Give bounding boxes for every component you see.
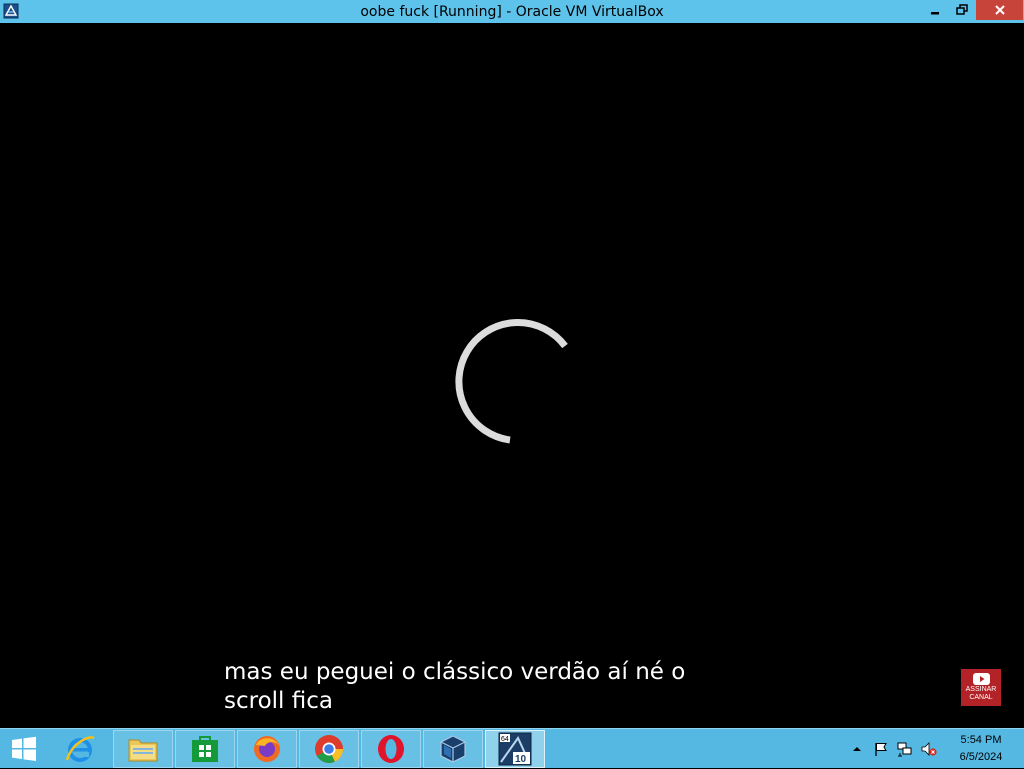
clock-date: 6/5/2024 [959, 751, 1003, 763]
start-button[interactable] [0, 729, 48, 769]
vm-display[interactable]: mas eu peguei o clássico verdão aí né o … [0, 23, 1024, 728]
subscribe-badge[interactable]: ASSINAR CANAL [961, 669, 1001, 706]
firefox-icon [254, 736, 280, 762]
volume-muted-icon[interactable] [921, 741, 937, 757]
store-icon [192, 736, 218, 762]
youtube-play-icon [973, 673, 990, 685]
close-button[interactable] [976, 0, 1023, 20]
window-titlebar[interactable]: oobe fuck [Running] - Oracle VM VirtualB… [0, 0, 1024, 23]
taskbar-vm-window[interactable]: 64 10 [485, 730, 545, 768]
clock-time: 5:54 PM [960, 734, 1002, 746]
taskbar-chrome[interactable] [299, 730, 359, 768]
minimize-icon [931, 12, 939, 15]
show-hidden-icons[interactable] [851, 743, 863, 755]
restore-icon [956, 4, 968, 15]
internet-explorer-icon [65, 736, 95, 762]
taskbar-store[interactable] [175, 730, 235, 768]
svg-text:64: 64 [501, 736, 509, 743]
windows-logo-icon [12, 736, 36, 761]
taskbar: 64 10 5:54 PM 6/5/2024 [0, 728, 1024, 768]
chrome-icon [315, 735, 343, 763]
caption-line: scroll fica [224, 688, 333, 714]
vm-window-icon: 64 10 [498, 732, 532, 766]
window-title: oobe fuck [Running] - Oracle VM VirtualB… [360, 4, 664, 20]
video-caption: mas eu peguei o clássico verdão aí né o … [224, 658, 724, 716]
virtualbox-icon [440, 735, 466, 763]
taskbar-clock[interactable]: 5:54 PM 6/5/2024 [950, 732, 1012, 766]
svg-text:10: 10 [515, 754, 527, 765]
taskbar-firefox[interactable] [237, 730, 297, 768]
action-center-flag-icon[interactable] [873, 741, 889, 757]
opera-icon [378, 735, 404, 763]
taskbar-virtualbox[interactable] [423, 730, 483, 768]
restore-button[interactable] [949, 0, 975, 20]
minimize-button[interactable] [922, 0, 948, 20]
loading-spinner [455, 319, 568, 444]
subscribe-label: ASSINAR CANAL [965, 686, 997, 701]
file-explorer-icon [128, 739, 158, 762]
caption-line: mas eu peguei o clássico verdão aí né o [224, 659, 686, 685]
taskbar-file-explorer[interactable] [113, 730, 173, 768]
taskbar-opera[interactable] [361, 730, 421, 768]
taskbar-internet-explorer[interactable] [50, 730, 110, 768]
network-icon[interactable] [897, 741, 913, 757]
close-icon [994, 5, 1005, 15]
